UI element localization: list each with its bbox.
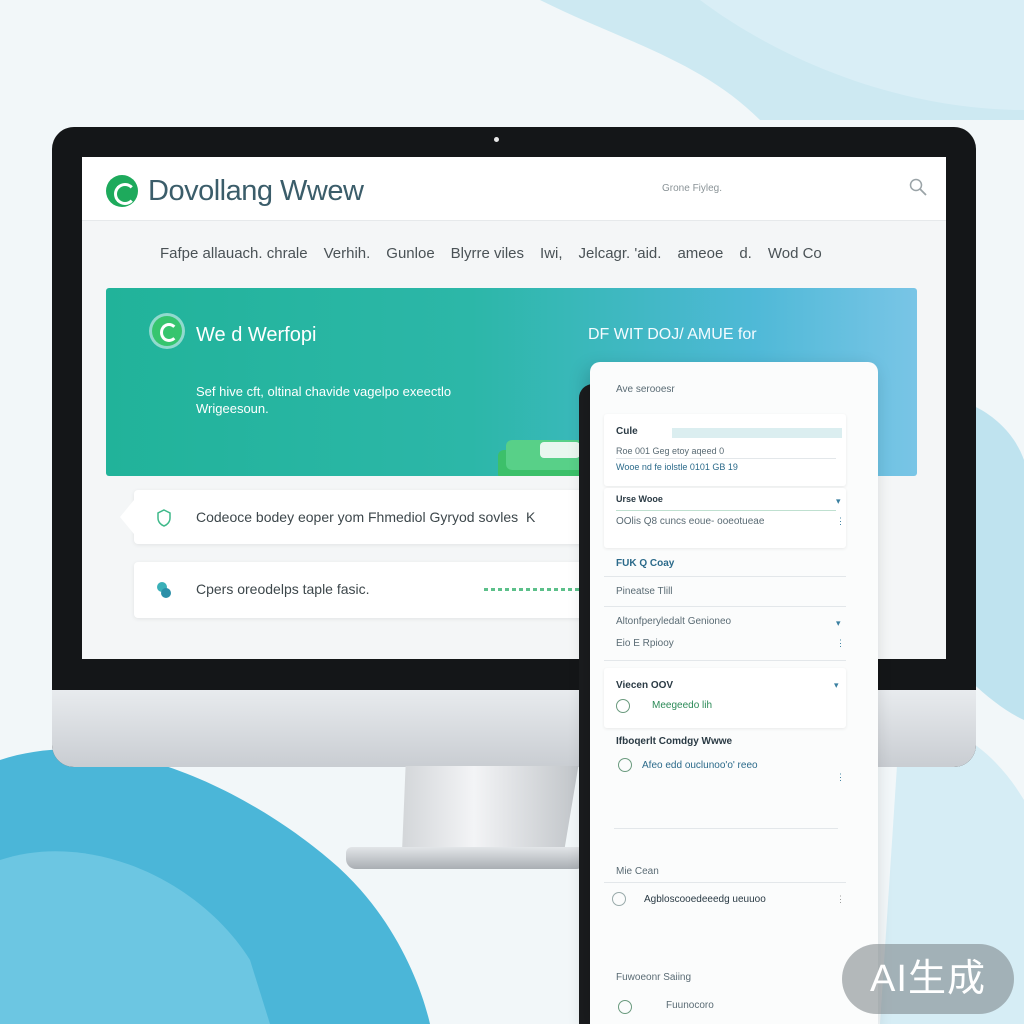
user-icon [618,758,632,772]
feature-card[interactable]: Codeoce bodey eoper yom Fhmediol Gyryod … [120,490,604,544]
row-text: OOlis Q8 cuncs eoue- ooeotueae [616,516,765,527]
nav-item[interactable]: Blyrre viles [451,245,524,262]
ai-generated-watermark: AI生成 [842,944,1014,1014]
chevron-down-icon[interactable]: ▾ [836,618,841,629]
divider [616,510,836,511]
feature-card[interactable]: Cpers oreodelps taple fasic. [134,562,604,618]
divider [604,576,846,577]
row-text: Roe 001 Geg etoy aqeed 0 [616,446,725,456]
row-text: Fuunocoro [666,1000,714,1011]
section-title: Urse Wooe [616,494,663,504]
section-title: Ifboqerlt Comdgy Wwwe [616,736,733,747]
monitor-stand-base [346,847,586,869]
nav-item[interactable]: ameoe [677,245,723,262]
user-icon [612,892,626,906]
section-title: Viecen OOV [616,680,674,691]
card-pointer [120,500,134,534]
header-link[interactable]: Grone Fiyleg. [662,183,722,194]
search-icon[interactable] [908,177,928,197]
nav-item[interactable]: Jelcagr. 'aid. [579,245,662,262]
nav-item[interactable]: Gunloe [386,245,434,262]
row-text: Eio E Rpiooy [616,638,674,649]
main-nav: Fafpe allauach. chrale Verhih. Gunloe Bl… [160,245,822,262]
section-title: Fuwoeonr Saiing [616,972,692,983]
shield-icon [157,509,171,527]
nav-item[interactable]: d. [739,245,752,262]
hero-title: We d Werfopi [196,324,317,346]
chevron-down-icon[interactable]: ▾ [834,680,839,691]
nav-item[interactable]: Iwi, [540,245,563,262]
row-text: Pineatse Tlill [616,586,673,597]
section-title: Cule [616,426,638,437]
progress-dots [484,588,594,591]
green-circle-icon [616,699,630,713]
phone-header: Ave serooesr [616,384,675,395]
feature-card-text: Cpers oreodelps taple fasic. [196,581,370,597]
phone-card[interactable]: Cule Roe 001 Geg etoy aqeed 0 Wooe nd fe… [604,414,846,486]
divider [604,882,846,883]
nav-item[interactable]: Fafpe allauach. chrale [160,245,308,262]
row-text: Meegeedo lih [652,700,713,711]
hero-right-text: DF WIT DOJ/ AMUE for [588,326,757,343]
section-title: FUK Q Coay [616,558,675,569]
hero-subtitle: Sef hive cft, oltinal chavide vagelpo ex… [196,384,452,416]
section-title: Mie Cean [616,866,659,877]
search-bar[interactable] [672,428,842,438]
row-text: Afeo edd ouclunoo'o' reeo [642,760,758,771]
nav-item[interactable]: Wod Co [768,245,822,262]
divider [604,660,846,661]
row-text: Wooe nd fe iolstle 0101 GB 19 [616,462,738,472]
divider [616,458,836,459]
phone-card[interactable]: Urse Wooe OOlis Q8 cuncs eoue- ooeotueae… [604,488,846,548]
feature-card-text: Codeoce bodey eoper yom Fhmediol Gyryod … [196,509,536,525]
chat-icon [152,316,182,346]
webcam [494,137,499,142]
phone-screen: Ave serooesr Cule Roe 001 Geg etoy aqeed… [590,362,878,1024]
more-icon[interactable]: ⋮ [836,638,845,649]
row-text: Agbloscooedeeedg ueuuoo [644,894,766,905]
more-icon[interactable]: ⋮ [836,772,845,783]
chat-bubbles-icon [157,582,171,598]
monitor-stand-neck [402,766,579,852]
green-circle-icon [618,1000,632,1014]
header-bar: Dovollang Wwew Grone Fiyleg. [82,157,946,221]
app-logo-text[interactable]: Dovollang Wwew [148,175,364,208]
chevron-down-icon[interactable]: ▾ [836,496,841,507]
divider [604,606,846,607]
divider [614,828,838,829]
more-icon[interactable]: ⋮ [836,516,845,527]
stacked-cards-illustration [498,440,586,476]
whatsapp-logo-icon[interactable] [106,175,138,207]
nav-item[interactable]: Verhih. [324,245,371,262]
phone-card[interactable]: Viecen OOV ▾ Meegeedo lih [604,668,846,728]
section-title: Altonfperyledalt Genioneo [616,616,732,627]
more-icon[interactable]: ⋮ [836,894,845,905]
